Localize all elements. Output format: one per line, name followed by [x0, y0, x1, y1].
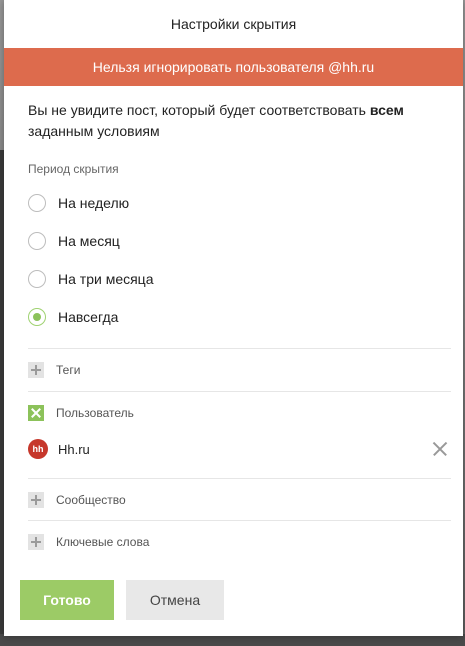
description-emphasis: всем	[369, 102, 404, 118]
filter-user-toggle[interactable]: Пользователь	[28, 392, 451, 434]
plus-icon[interactable]	[28, 362, 44, 378]
done-button[interactable]: Готово	[20, 580, 114, 620]
period-label: Период скрытия	[28, 162, 119, 176]
filter-community-label: Сообщество	[56, 492, 126, 507]
modal-title: Настройки скрытия	[170, 16, 297, 32]
period-option-forever[interactable]: Навсегда	[28, 298, 451, 336]
filter-tags-label: Теги	[56, 363, 81, 377]
description-text-start: Вы не увидите пост, который будет соотве…	[28, 102, 370, 118]
close-icon[interactable]	[28, 405, 44, 421]
filter-user-section: Пользователь hh Hh.ru	[28, 391, 451, 464]
remove-user-icon[interactable]	[431, 441, 447, 457]
radio-button[interactable]	[28, 194, 46, 212]
radio-label: Навсегда	[58, 309, 119, 325]
period-option-three-months[interactable]: На три месяца	[28, 260, 451, 298]
filter-tags-toggle[interactable]: Теги	[28, 349, 451, 391]
modal-content: Вы не увидите пост, который будет соотве…	[4, 100, 463, 562]
radio-button-selected[interactable]	[28, 308, 46, 326]
warning-banner: Нельзя игнорировать пользователя @hh.ru	[4, 48, 463, 86]
user-avatar: hh	[28, 439, 48, 459]
radio-label: На неделю	[58, 195, 130, 211]
filter-community-toggle[interactable]: Сообщество	[28, 478, 451, 520]
radio-button[interactable]	[28, 232, 46, 250]
selected-user-item: hh Hh.ru	[28, 434, 451, 464]
radio-label: На три месяца	[58, 271, 154, 287]
radio-label: На месяц	[58, 233, 120, 249]
user-name: Hh.ru	[58, 441, 90, 457]
period-option-week[interactable]: На неделю	[28, 184, 451, 222]
period-radio-group: На неделю На месяц На три месяца Навсегд…	[28, 184, 451, 336]
modal-description: Вы не увидите пост, который будет соотве…	[28, 100, 428, 142]
description-text-end: заданным условиям	[28, 123, 160, 139]
filter-user-label: Пользователь	[56, 406, 134, 420]
cancel-button[interactable]: Отмена	[126, 580, 224, 620]
hide-settings-modal: Настройки скрытия Нельзя игнорировать по…	[4, 0, 463, 636]
modal-footer: Готово Отмена	[20, 580, 224, 620]
period-option-month[interactable]: На месяц	[28, 222, 451, 260]
filter-list: Теги Пользователь hh Hh.ru Сообщество Кл…	[28, 348, 451, 562]
plus-icon[interactable]	[28, 491, 44, 508]
filter-keywords-label: Ключевые слова	[56, 534, 150, 549]
plus-icon[interactable]	[28, 533, 44, 550]
filter-keywords-toggle[interactable]: Ключевые слова	[28, 520, 451, 562]
radio-button[interactable]	[28, 270, 46, 288]
